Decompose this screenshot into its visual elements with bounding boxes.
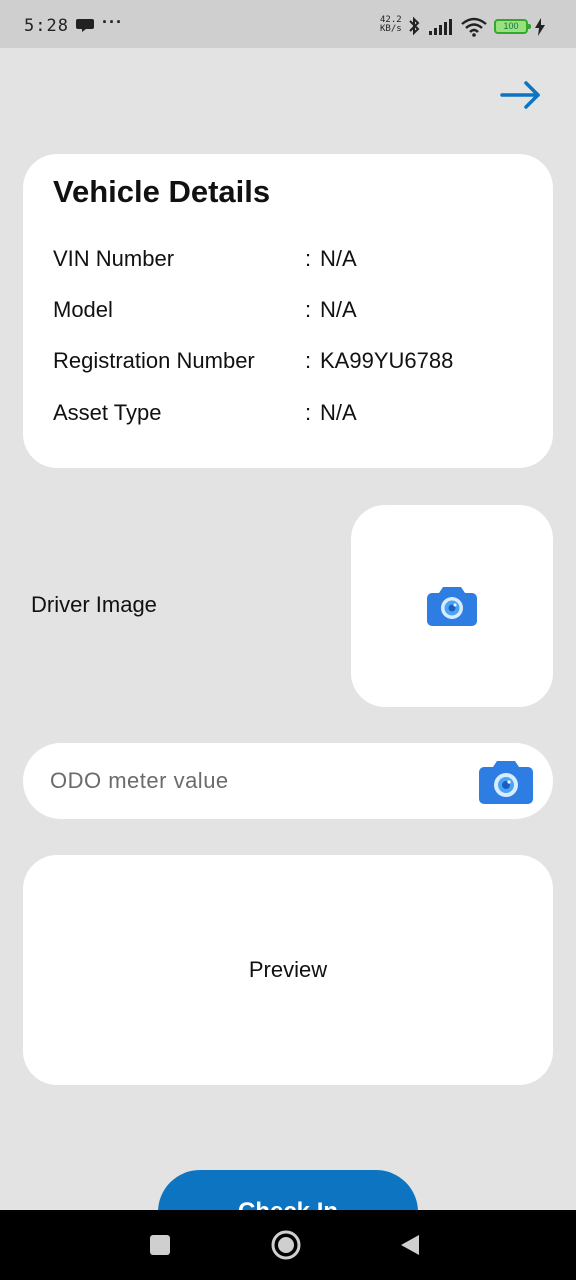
- network-speed: 42.2 KB/s: [380, 16, 402, 34]
- registration-number-colon: :: [305, 348, 312, 373]
- driver-image-label: Driver Image: [31, 592, 157, 617]
- asset-type-row: Asset Type : N/A: [53, 400, 533, 430]
- app-screen: 5:28 ··· 42.2 KB/s 100 Vehicle Details V…: [0, 0, 576, 1280]
- circle-icon[interactable]: [270, 1229, 302, 1266]
- square-icon[interactable]: [149, 1234, 171, 1261]
- network-speed-unit: KB/s: [380, 24, 402, 34]
- signal-icon: [428, 18, 454, 41]
- model-label: Model: [53, 297, 113, 322]
- preview-label: Preview: [248, 957, 328, 982]
- registration-number-label: Registration Number: [53, 348, 255, 373]
- odo-meter-input[interactable]: [23, 743, 463, 819]
- registration-number-value: KA99YU6788: [320, 348, 454, 373]
- odo-meter-field: [23, 743, 553, 819]
- asset-type-label: Asset Type: [53, 400, 162, 425]
- model-colon: :: [305, 297, 312, 322]
- vehicle-details-card: Vehicle Details VIN Number : N/A Model :…: [23, 154, 553, 468]
- vin-number-value: N/A: [320, 246, 357, 271]
- battery-icon: 100: [494, 19, 531, 34]
- charging-icon: [535, 18, 545, 41]
- asset-type-value: N/A: [320, 400, 357, 425]
- vin-number-colon: :: [305, 246, 312, 271]
- model-row: Model : N/A: [53, 297, 533, 327]
- system-nav-bar: [0, 1210, 576, 1280]
- registration-number-row: Registration Number : KA99YU6788: [53, 348, 533, 378]
- vin-number-label: VIN Number: [53, 246, 175, 271]
- asset-type-colon: :: [305, 400, 312, 425]
- more-notifications-icon: ···: [102, 12, 123, 32]
- vin-number-row: VIN Number : N/A: [53, 246, 533, 276]
- wifi-icon: [461, 17, 487, 42]
- camera-icon[interactable]: [478, 757, 534, 805]
- preview-card: Preview: [23, 855, 553, 1085]
- triangle-back-icon[interactable]: [399, 1233, 421, 1262]
- status-bar: 5:28 ··· 42.2 KB/s 100: [0, 0, 576, 48]
- bluetooth-icon: [407, 16, 421, 41]
- driver-image-picker[interactable]: [351, 505, 553, 707]
- vehicle-details-title: Vehicle Details: [53, 174, 271, 209]
- camera-icon: [426, 583, 478, 632]
- status-time: 5:28: [24, 16, 69, 36]
- arrow-right-icon[interactable]: [498, 78, 544, 112]
- message-icon: [76, 17, 94, 38]
- model-value: N/A: [320, 297, 357, 322]
